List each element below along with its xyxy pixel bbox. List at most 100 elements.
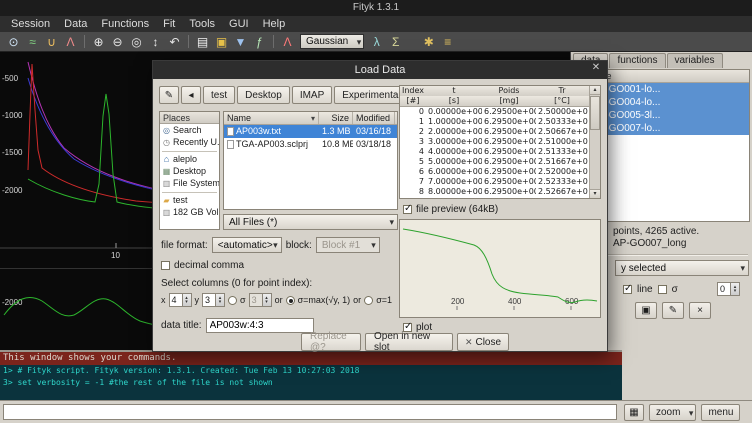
menu-item[interactable]: Tools	[182, 16, 222, 32]
console-banner: This window shows your commands.	[0, 352, 622, 365]
breadcrumb-button[interactable]: IMAP	[292, 86, 332, 104]
svg-text:-1500: -1500	[2, 148, 23, 157]
menu-item[interactable]: Help	[256, 16, 293, 32]
sigma-max-radio[interactable]	[286, 296, 295, 305]
scroll-thumb[interactable]	[590, 96, 600, 130]
file-filter-combo[interactable]: All Files (*)	[223, 214, 398, 230]
places-item[interactable]: test	[160, 194, 219, 206]
fityk-window: Fityk 1.3.1 SessionDataFunctionsFitTools…	[0, 0, 752, 423]
menu-item[interactable]: Fit	[156, 16, 182, 32]
menu-button[interactable]: menu	[701, 404, 740, 421]
data-view-combo[interactable]: y selected	[615, 260, 749, 276]
data-range-mode-icon[interactable]: ≈	[23, 33, 42, 50]
places-item[interactable]: File System	[160, 177, 219, 189]
scroll-down-icon[interactable]: ▾	[590, 189, 600, 198]
settings-icon[interactable]: ✱	[419, 33, 438, 50]
sigma-checkbox-label: σ	[672, 284, 678, 295]
sigma-max-label: σ=max(√y, 1)	[298, 295, 351, 305]
delete-dataset-button[interactable]: ×	[689, 302, 711, 319]
preview-table-row: 1 1.00000e+000 6.29500e+000 2.50333e+001	[400, 117, 600, 127]
data-title-input[interactable]	[206, 318, 314, 333]
decimal-comma-checkbox[interactable]	[161, 261, 170, 270]
save-session-icon[interactable]: ▼	[231, 33, 250, 50]
dialog-titlebar[interactable]: Load Data ✕	[153, 61, 607, 79]
places-header: Places	[160, 112, 219, 124]
function-type-combo[interactable]: Gaussian ▾	[300, 34, 364, 49]
type-filename-button[interactable]: ✎	[159, 86, 179, 104]
table-scrollbar[interactable]: ▴ ▾	[589, 86, 600, 198]
replace-button[interactable]: Replace @?	[301, 333, 361, 351]
zoom-in-icon[interactable]: ⊕	[89, 33, 108, 50]
sidebar-tab[interactable]: functions	[609, 53, 665, 68]
duplicate-dataset-button[interactable]: ▣	[635, 302, 657, 319]
x-column-spinner[interactable]: 4 ▴▾	[169, 293, 192, 307]
or-label: or	[275, 295, 283, 305]
definitions-icon[interactable]: ≡	[438, 33, 457, 50]
breadcrumb-button[interactable]: Desktop	[237, 86, 290, 104]
places-item[interactable]: Recently U...	[160, 136, 219, 148]
AP003w.txt[interactable]: AP003w.txt 1.3 MB 03/16/18	[224, 125, 397, 138]
places-item[interactable]: 182 GB Vol...	[160, 206, 219, 218]
close-button[interactable]: ✕ Close	[457, 333, 509, 351]
y-column-spinner[interactable]: 3 ▴▾	[202, 293, 225, 307]
path-scroll-left-button[interactable]: ◂	[181, 86, 201, 104]
zoom-previous-icon[interactable]: ↶	[165, 33, 184, 50]
spinner-arrows-icon[interactable]: ▴▾	[215, 294, 224, 306]
sidebar-tab[interactable]: variables	[667, 53, 723, 68]
breadcrumb-button[interactable]: Experimental	[334, 86, 408, 104]
breadcrumb-button[interactable]: test	[203, 86, 235, 104]
zoom-mode-icon[interactable]: ⊙	[4, 33, 23, 50]
sum-functions-icon[interactable]: Σ	[386, 33, 405, 50]
places-item[interactable]: Desktop	[160, 165, 219, 177]
open-in-new-slot-button[interactable]: Open in new slot	[365, 333, 453, 351]
data-title-label: data title:	[161, 320, 202, 331]
add-function-icon[interactable]: λ	[367, 33, 386, 50]
open-file-icon[interactable]: ▣	[212, 33, 231, 50]
add-peak-mode-icon[interactable]: Λ	[61, 33, 80, 50]
spinner-arrows-icon[interactable]: ▴▾	[182, 294, 191, 306]
menu-item[interactable]: Functions	[94, 16, 156, 32]
sigma-one-label: σ=1	[376, 295, 392, 305]
zoom-out-icon[interactable]: ⊖	[108, 33, 127, 50]
new-script-icon[interactable]: ▤	[193, 33, 212, 50]
preview-plot[interactable]: 200 400 600	[399, 219, 601, 318]
places-item[interactable]: Search	[160, 124, 219, 136]
auto-add-peak-icon[interactable]: Λ	[278, 33, 297, 50]
place-icon	[162, 178, 171, 188]
sigma-checkbox[interactable]	[658, 285, 667, 294]
file-preview-checkbox[interactable]	[403, 205, 412, 214]
line-checkbox[interactable]	[623, 285, 632, 294]
zoom-all-icon[interactable]: ◎	[127, 33, 146, 50]
command-input[interactable]	[3, 404, 617, 420]
column-header-name[interactable]: Name ▾	[224, 112, 319, 124]
places-item[interactable]: aleplo	[160, 153, 219, 165]
TGA-AP003.sclprj[interactable]: TGA-AP003.sclprj 10.8 MB 03/18/18	[224, 138, 397, 151]
places-item[interactable]	[162, 189, 217, 193]
output-console[interactable]: This window shows your commands. 1> # Fi…	[0, 350, 622, 400]
places-item[interactable]	[162, 148, 217, 152]
menu-item[interactable]: Data	[57, 16, 94, 32]
y-label: y	[195, 295, 200, 305]
data-table-button[interactable]: ▦	[624, 404, 644, 421]
sigma-column-radio[interactable]	[228, 296, 237, 305]
zoom-vertical-icon[interactable]: ↕	[146, 33, 165, 50]
run-script-icon[interactable]: ƒ	[250, 33, 269, 50]
rename-dataset-button[interactable]: ✎	[662, 302, 684, 319]
dataset-actions: ▣ ✎ ×	[635, 302, 711, 319]
window-titlebar[interactable]: Fityk 1.3.1	[0, 0, 752, 16]
baseline-mode-icon[interactable]: ∪	[42, 33, 61, 50]
places-panel: Places Search Recently U... aleplo Deskt…	[159, 111, 220, 230]
menu-item[interactable]: Session	[4, 16, 57, 32]
zoom-dropdown[interactable]: zoom ▾	[649, 404, 696, 421]
sigma-one-radio[interactable]	[364, 296, 373, 305]
point-size-spinner[interactable]: 0 ▴▾	[717, 282, 740, 296]
spinner-arrows-icon[interactable]: ▴▾	[730, 283, 739, 295]
file-format-combo[interactable]: <automatic>	[212, 237, 282, 253]
column-header-size[interactable]: Size	[319, 112, 353, 124]
file-format-label: file format:	[161, 240, 208, 251]
scroll-up-icon[interactable]: ▴	[590, 86, 600, 95]
dialog-close-icon[interactable]: ✕	[589, 62, 603, 73]
chevron-left-icon: ◂	[188, 90, 193, 101]
column-header-modified[interactable]: Modified	[353, 112, 395, 124]
menu-item[interactable]: GUI	[222, 16, 256, 32]
